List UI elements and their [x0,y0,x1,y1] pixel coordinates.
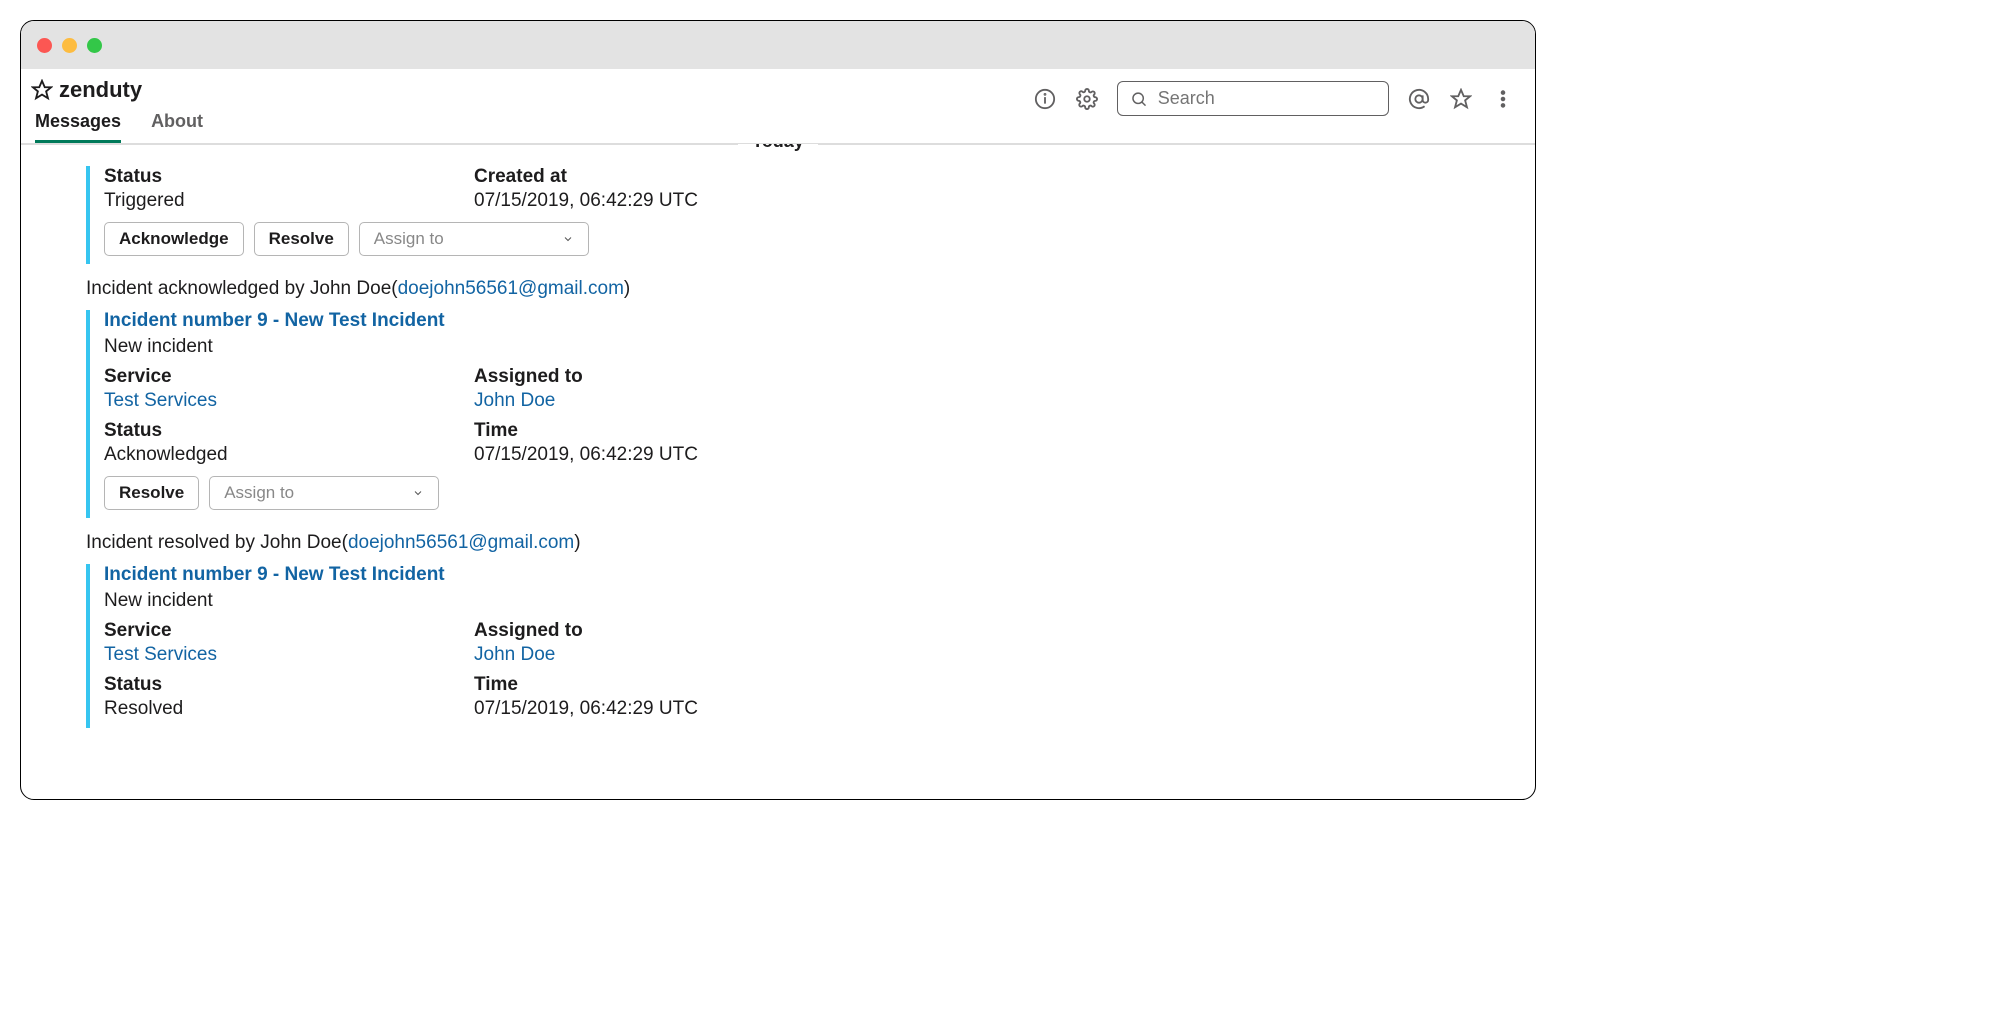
star-outline-icon[interactable] [1449,87,1473,111]
assign-to-label: Assign to [224,483,294,503]
service-label: Service [104,620,474,642]
mentions-icon[interactable] [1407,87,1431,111]
service-label: Service [104,366,474,388]
status-value: Triggered [104,190,474,212]
incident-title-link[interactable]: Incident number 9 - New Test Incident [104,310,1515,332]
chevron-down-icon [412,487,424,499]
service-link[interactable]: Test Services [104,644,474,666]
channel-tabs: Messages About [29,111,203,143]
created-label: Created at [474,166,844,188]
messages-body: Today Status Triggered Created at 07/15/… [21,144,1535,799]
search-box[interactable] [1117,81,1389,116]
status-label: Status [104,166,474,188]
incident-card-2: Incident number 9 - New Test Incident Ne… [86,310,1515,518]
search-icon [1130,89,1148,109]
assigned-link[interactable]: John Doe [474,644,844,666]
gear-icon[interactable] [1075,87,1099,111]
status-label: Status [104,674,474,696]
time-label: Time [474,420,844,442]
minimize-icon[interactable] [62,38,77,53]
assigned-label: Assigned to [474,366,844,388]
date-divider: Today [21,144,1535,166]
chevron-down-icon [562,233,574,245]
resolve-button[interactable]: Resolve [104,476,199,510]
ack-message-line: Incident acknowledged by John Doe(doejoh… [86,278,1515,300]
date-label: Today [738,144,818,151]
channel-title-row: zenduty [29,77,203,103]
assign-to-label: Assign to [374,229,444,249]
status-value: Acknowledged [104,444,474,466]
assigned-link[interactable]: John Doe [474,390,844,412]
assign-to-select[interactable]: Assign to [209,476,439,510]
incident-subtitle: New incident [104,590,1515,612]
incident-subtitle: New incident [104,336,1515,358]
resolve-button[interactable]: Resolve [254,222,349,256]
info-icon[interactable] [1033,87,1057,111]
tab-about[interactable]: About [151,111,203,143]
titlebar [21,21,1535,69]
close-icon[interactable] [37,38,52,53]
tab-messages[interactable]: Messages [35,111,121,143]
service-link[interactable]: Test Services [104,390,474,412]
status-label: Status [104,420,474,442]
incident-card-1: Status Triggered Created at 07/15/2019, … [86,166,1515,264]
time-value: 07/15/2019, 06:42:29 UTC [474,698,844,720]
incident-title-link[interactable]: Incident number 9 - New Test Incident [104,564,1515,586]
time-label: Time [474,674,844,696]
more-icon[interactable] [1491,87,1515,111]
star-icon[interactable] [31,79,53,101]
app-window: zenduty Messages About [20,20,1536,800]
email-link[interactable]: doejohn56561@gmail.com [348,532,574,553]
email-link[interactable]: doejohn56561@gmail.com [398,278,624,299]
incident-card-3: Incident number 9 - New Test Incident Ne… [86,564,1515,728]
channel-title: zenduty [59,77,142,103]
resolved-message-line: Incident resolved by John Doe(doejohn565… [86,532,1515,554]
assigned-label: Assigned to [474,620,844,642]
assign-to-select[interactable]: Assign to [359,222,589,256]
maximize-icon[interactable] [87,38,102,53]
acknowledge-button[interactable]: Acknowledge [104,222,244,256]
search-input[interactable] [1158,88,1376,109]
created-value: 07/15/2019, 06:42:29 UTC [474,190,844,212]
status-value: Resolved [104,698,474,720]
channel-header: zenduty Messages About [21,69,1535,144]
time-value: 07/15/2019, 06:42:29 UTC [474,444,844,466]
